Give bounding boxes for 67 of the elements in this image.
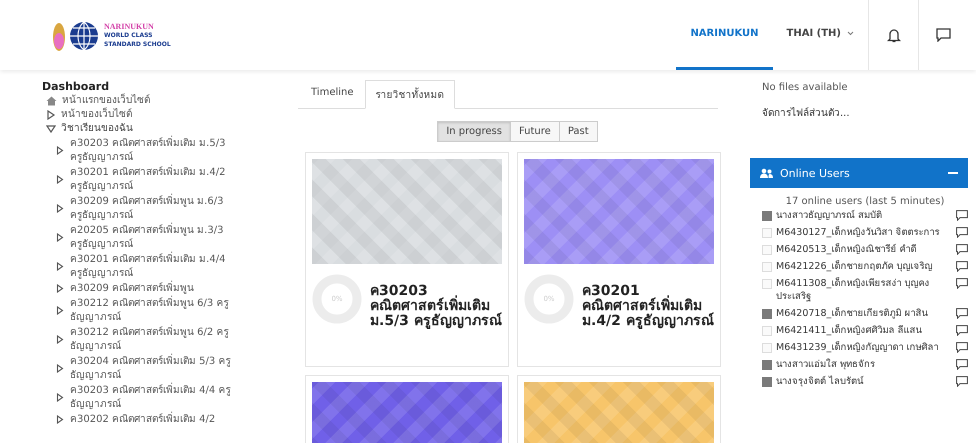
chat-icon (936, 28, 951, 42)
sidebar-item[interactable]: วิชาเรียนของฉัน (46, 122, 292, 136)
users-icon (760, 168, 773, 178)
user-link[interactable]: M6421226_เด็กชายกฤตภัค บุญเจริญ (776, 260, 952, 273)
collapsed-triangle-icon (56, 262, 64, 271)
avatar-photo-placeholder (762, 211, 772, 221)
caret-icon (847, 31, 854, 36)
sidebar-heading: Dashboard (42, 80, 110, 93)
message-icon[interactable] (956, 359, 968, 370)
language-menu[interactable]: THAI (TH) (772, 0, 868, 70)
user-link[interactable]: นางสาวธัญญาภรณ์ สมบัติ (776, 209, 952, 222)
collapsed-triangle-icon (56, 146, 64, 155)
user-link[interactable]: นางสาวแอ่มใส พุทธจักร (776, 358, 952, 371)
message-icon[interactable] (956, 376, 968, 387)
collapsed-triangle-icon (56, 204, 64, 213)
course-link[interactable]: ค30203 คณิตศาสตร์เพิ่มเติม 4/4 ครูธัญญาภรณ์ (56, 383, 231, 412)
home-icon (46, 96, 57, 106)
user-link[interactable]: M6430127_เด็กหญิงวันวิสา จิตตระการ (776, 226, 952, 239)
course-link[interactable]: ค30209 คณิตศาสตร์เพิ่มพูน (56, 281, 231, 296)
sidebar-item[interactable]: หน้าของเว็บไซต์ (46, 108, 292, 122)
site-link[interactable]: NARINUKUN (676, 0, 773, 70)
files-status: No files available (762, 82, 849, 93)
block-title: Online Users (780, 166, 851, 180)
user-link[interactable]: M6420513_เด็กหญิงณิชารีย์ คำดี (776, 243, 952, 256)
course-link[interactable]: ค30212 คณิตศาสตร์เพิ่มพูน 6/2 ครูธัญญาภรณ์ (56, 325, 231, 354)
collapsed-triangle-icon (56, 364, 64, 373)
course-link[interactable]: ค30203 คณิตศาสตร์เพิ่มเติม ม.5/3 ครูธัญญาภรณ์ (56, 136, 231, 165)
message-icon[interactable] (956, 244, 968, 255)
user-link[interactable]: M6431239_เด็กหญิงกัญญาดา เกษศิลา (776, 341, 952, 354)
sidebar-item[interactable]: หน้าแรกของเว็บไซต์ (46, 94, 292, 108)
message-icon[interactable] (956, 308, 968, 319)
tab[interactable]: Timeline (300, 80, 365, 109)
user-link[interactable]: M6420718_เด็กชายเกียรติภูมิ ผาสิน (776, 307, 952, 320)
course-link[interactable]: ค30212 คณิตศาสตร์เพิ่มพูน 6/3 ครูธัญญาภรณ์ (56, 296, 231, 325)
course-link[interactable]: ค30204 คณิตศาสตร์เพิ่มเติม 5/3 ครูธัญญาภรณ์ (56, 354, 231, 383)
collapsed-triangle-icon (56, 175, 64, 184)
collapsed-triangle-icon (56, 306, 64, 315)
course-title[interactable]: ค30203 คณิตศาสตร์เพิ่มเติม ม.5/3 ครูธัญญาภรณ์ (370, 274, 502, 329)
user-link[interactable]: นางจรุงจิตต์ ไลบรัตน์ (776, 375, 952, 388)
course-link[interactable]: ค30201 คณิตศาสตร์เพิ่มเติม ม.4/4 ครูธัญญาภรณ์ (56, 252, 231, 281)
collapsed-triangle-icon (56, 335, 64, 344)
avatar-photo-placeholder (762, 309, 772, 319)
message-icon[interactable] (956, 210, 968, 221)
course-title[interactable]: ค30201 คณิตศาสตร์เพิ่มเติม ม.4/2 ครูธัญญาภรณ์ (582, 274, 714, 329)
filter-button[interactable]: Past (558, 121, 598, 142)
user-link[interactable]: M6421411_เด็กหญิงศศิวิมล ลีแสน (776, 324, 952, 337)
course-link[interactable]: ค20205 คณิตศาสตร์เพิ่มพูน ม.3/3 ครูธัญญาภรณ์ (56, 223, 231, 252)
message-icon[interactable] (956, 342, 968, 353)
filter-button[interactable]: In progress (437, 121, 511, 142)
bell-icon (886, 28, 900, 42)
course-link[interactable]: ค30201 คณิตศาสตร์เพิ่มเติม ม.4/2 ครูธัญญาภรณ์ (56, 165, 231, 194)
course-link[interactable]: ค30209 คณิตศาสตร์เพิ่มพูน ม.6/3 ครูธัญญาภรณ์ (56, 194, 231, 223)
course-link[interactable]: ค30202 คณิตศาสตร์เพิ่มเติม 4/2 (56, 412, 231, 427)
message-icon[interactable] (956, 227, 968, 238)
collapsed-triangle-icon (56, 393, 64, 402)
collapsed-triangle-icon (56, 233, 64, 242)
message-icon[interactable] (956, 261, 968, 272)
message-icon[interactable] (956, 325, 968, 336)
message-icon[interactable] (956, 278, 968, 289)
manage-files-link[interactable]: จัดการไฟล์ส่วนตัว... (762, 105, 968, 120)
online-users-summary: 17 online users (last 5 minutes) (784, 196, 946, 207)
collapsed-triangle-icon (56, 284, 64, 293)
user-link[interactable]: M6411308_เด็กหญิงเพียรสง่า บุญคงประเสริฐ (776, 277, 952, 303)
logo-text: NARINUKUN (104, 22, 155, 30)
collapsed-triangle-icon (56, 415, 64, 424)
tab[interactable]: รายวิชาทั้งหมด (364, 80, 455, 109)
filter-button[interactable]: Future (510, 121, 560, 142)
